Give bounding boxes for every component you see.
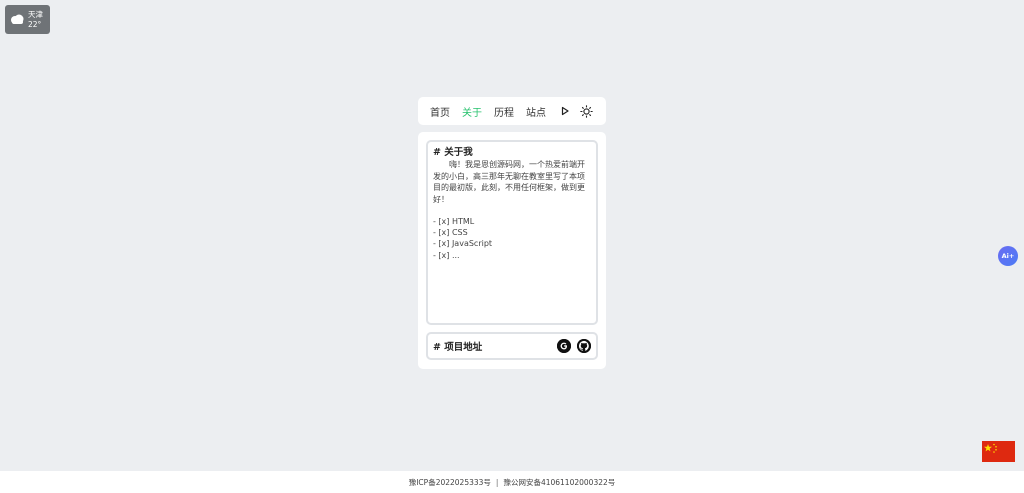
- github-icon[interactable]: [577, 339, 591, 353]
- about-section: # 关于我 嗨！我是恩创源码网，一个热爱前端开发的小白，高三那年无聊在教室里写了…: [426, 140, 598, 325]
- nav-item-home[interactable]: 首页: [430, 104, 450, 119]
- ai-button[interactable]: Ai+: [998, 246, 1018, 266]
- weather-city: 天津: [28, 9, 43, 19]
- play-icon[interactable]: [560, 106, 570, 116]
- top-nav: 首页 关于 历程 站点: [418, 97, 606, 125]
- footer-separator: |: [495, 477, 499, 487]
- footer: 豫ICP备2022025333号 | 豫公网安备41061102000322号: [0, 471, 1024, 493]
- project-section: # 项目地址: [426, 332, 598, 360]
- skill-item: - [x] CSS: [433, 228, 468, 238]
- weather-temp: 22°: [28, 19, 42, 29]
- skill-item: - [x] HTML: [433, 217, 475, 226]
- project-title: # 项目地址: [433, 342, 483, 353]
- china-flag-icon[interactable]: [982, 441, 1015, 462]
- sun-icon[interactable]: [580, 104, 593, 118]
- about-text: 嗨！我是恩创源码网，一个热爱前端开发的小白，高三那年无聊在教室里写了本项目的最初…: [433, 160, 585, 204]
- nav-item-about[interactable]: 关于: [462, 104, 482, 119]
- nav-item-history[interactable]: 历程: [494, 104, 514, 119]
- skill-item: - [x] ...: [433, 250, 460, 260]
- content-card: # 关于我 嗨！我是恩创源码网，一个热爱前端开发的小白，高三那年无聊在教室里写了…: [418, 132, 606, 369]
- about-title: # 关于我: [433, 147, 473, 158]
- nav-item-sites[interactable]: 站点: [526, 104, 546, 119]
- weather-widget[interactable]: 天津 22°: [5, 5, 50, 34]
- icp-link[interactable]: 豫ICP备2022025333号: [409, 477, 491, 488]
- skill-item: - [x] JavaScript: [433, 239, 493, 249]
- skills-list: - [x] HTML - [x] CSS - [x] JavaScript - …: [433, 216, 591, 261]
- police-record-link[interactable]: 豫公网安备41061102000322号: [503, 477, 615, 488]
- gitee-icon[interactable]: [557, 339, 571, 353]
- cloudy-icon: [9, 10, 25, 29]
